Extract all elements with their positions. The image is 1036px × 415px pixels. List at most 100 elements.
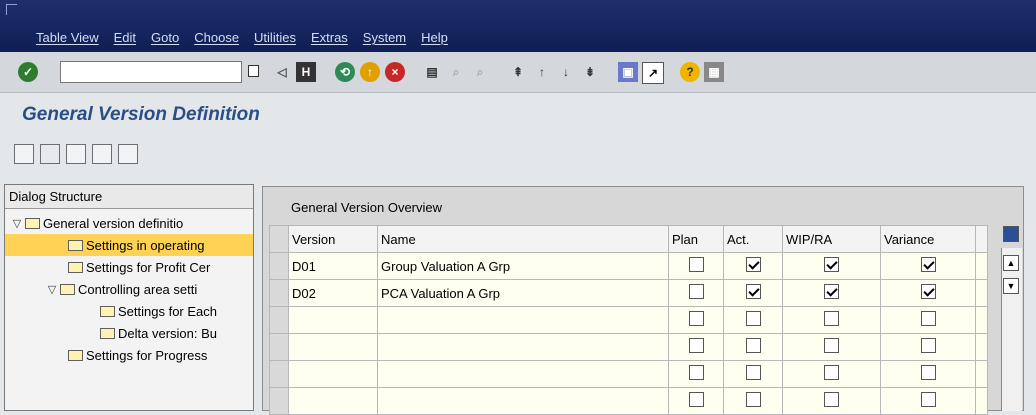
display-change-icon[interactable] (14, 144, 34, 164)
tree-item-delta-version[interactable]: Delta version: Bu (5, 322, 253, 344)
extra-cell[interactable] (975, 360, 988, 388)
command-field[interactable] (60, 61, 242, 83)
back-triangle-icon[interactable]: ◁ (272, 62, 292, 82)
extra-cell[interactable] (975, 306, 988, 334)
shortcut-icon[interactable]: ↗ (642, 62, 664, 84)
row-select-cell[interactable] (269, 387, 289, 415)
cancel-icon[interactable]: × (385, 62, 405, 82)
menu-utilities[interactable]: Utilities (254, 30, 296, 45)
extra-cell[interactable] (975, 252, 988, 280)
print-icon[interactable]: ▤ (422, 62, 442, 82)
wip-checkbox[interactable] (824, 392, 839, 407)
create-session-icon[interactable]: ▣ (618, 62, 638, 82)
find-next-icon[interactable]: ⌕ (470, 62, 490, 82)
act-checkbox[interactable] (745, 338, 761, 353)
plan-checkbox[interactable] (688, 257, 704, 272)
extra-cell[interactable] (975, 279, 988, 307)
plan-checkbox[interactable] (688, 365, 704, 380)
act-checkbox[interactable] (745, 257, 761, 272)
tree-item-settings-each[interactable]: Settings for Each (5, 300, 253, 322)
row-select-cell[interactable] (269, 306, 289, 334)
variance-checkbox[interactable] (920, 257, 936, 272)
menu-system[interactable]: System (363, 30, 406, 45)
tree-item-controlling-area[interactable]: ▽ Controlling area setti (5, 278, 253, 300)
version-cell[interactable] (288, 387, 378, 415)
variance-checkbox[interactable] (920, 392, 936, 407)
variance-checkbox[interactable] (920, 284, 936, 299)
name-cell[interactable] (377, 387, 669, 415)
col-name[interactable]: Name (377, 225, 669, 253)
version-cell[interactable]: D02 (288, 279, 378, 307)
delete-icon[interactable] (92, 144, 112, 164)
expand-icon[interactable]: ▽ (9, 217, 25, 230)
wip-checkbox[interactable] (824, 284, 839, 299)
col-act[interactable]: Act. (723, 225, 783, 253)
version-cell[interactable]: D01 (288, 252, 378, 280)
previous-page-icon[interactable]: ↑ (532, 62, 552, 82)
name-cell[interactable] (377, 360, 669, 388)
plan-checkbox[interactable] (688, 392, 704, 407)
row-select-cell[interactable] (269, 252, 289, 280)
tree-item-settings-progress[interactable]: Settings for Progress (5, 344, 253, 366)
col-version[interactable]: Version (288, 225, 378, 253)
tree-item-settings-profit[interactable]: Settings for Profit Cer (5, 256, 253, 278)
variance-checkbox[interactable] (920, 365, 936, 380)
variance-checkbox[interactable] (920, 311, 936, 326)
wip-checkbox[interactable] (824, 365, 839, 380)
version-cell[interactable] (288, 333, 378, 361)
wip-checkbox[interactable] (824, 311, 839, 326)
variance-checkbox[interactable] (920, 338, 936, 353)
version-cell[interactable] (288, 306, 378, 334)
menu-choose[interactable]: Choose (194, 30, 239, 45)
version-cell[interactable] (288, 360, 378, 388)
plan-checkbox[interactable] (688, 311, 704, 326)
menu-goto[interactable]: Goto (151, 30, 179, 45)
row-select-cell[interactable] (269, 333, 289, 361)
new-entries-icon[interactable] (40, 144, 60, 164)
col-more[interactable] (975, 225, 988, 253)
plan-checkbox[interactable] (688, 284, 704, 299)
exit-icon[interactable]: ↑ (360, 62, 380, 82)
copy-as-icon[interactable] (66, 144, 86, 164)
col-plan[interactable]: Plan (668, 225, 724, 253)
name-cell[interactable] (377, 306, 669, 334)
extra-cell[interactable] (975, 387, 988, 415)
column-settings-icon[interactable] (1003, 226, 1019, 242)
enter-icon[interactable]: ✓ (18, 62, 38, 82)
next-page-icon[interactable]: ↓ (556, 62, 576, 82)
undo-change-icon[interactable] (118, 144, 138, 164)
save-icon[interactable]: H (296, 62, 316, 82)
table-vertical-scrollbar[interactable] (1001, 248, 1022, 411)
name-cell[interactable]: PCA Valuation A Grp (377, 279, 669, 307)
name-cell[interactable] (377, 333, 669, 361)
menu-edit[interactable]: Edit (114, 30, 136, 45)
extra-cell[interactable] (975, 333, 988, 361)
act-checkbox[interactable] (745, 311, 761, 326)
tree-item-general-version[interactable]: ▽ General version definitio (5, 212, 253, 234)
act-checkbox[interactable] (745, 284, 761, 299)
help-icon[interactable]: ? (680, 62, 700, 82)
scroll-down-icon[interactable]: ▼ (1003, 278, 1019, 294)
row-select-cell[interactable] (269, 279, 289, 307)
row-select-cell[interactable] (269, 360, 289, 388)
wip-checkbox[interactable] (824, 338, 839, 353)
system-menu-icon[interactable] (6, 4, 17, 15)
menu-table-view[interactable]: Table View (36, 30, 99, 45)
tree-item-settings-operating[interactable]: Settings in operating (5, 234, 253, 256)
col-wip-ra[interactable]: WIP/RA (782, 225, 881, 253)
act-checkbox[interactable] (745, 392, 761, 407)
act-checkbox[interactable] (745, 365, 761, 380)
layout-icon[interactable]: ▦ (704, 62, 724, 82)
wip-checkbox[interactable] (824, 257, 839, 272)
name-cell[interactable]: Group Valuation A Grp (377, 252, 669, 280)
expand-icon[interactable]: ▽ (44, 283, 60, 296)
plan-checkbox[interactable] (688, 338, 704, 353)
menu-extras[interactable]: Extras (311, 30, 348, 45)
command-field-history-icon[interactable] (248, 65, 259, 77)
col-variance[interactable]: Variance (880, 225, 976, 253)
back-arrow-icon[interactable]: ⟲ (335, 62, 355, 82)
menu-help[interactable]: Help (421, 30, 448, 45)
first-page-icon[interactable]: ⇞ (508, 62, 528, 82)
select-all-cell[interactable] (269, 225, 289, 253)
find-icon[interactable]: ⌕ (446, 62, 466, 82)
